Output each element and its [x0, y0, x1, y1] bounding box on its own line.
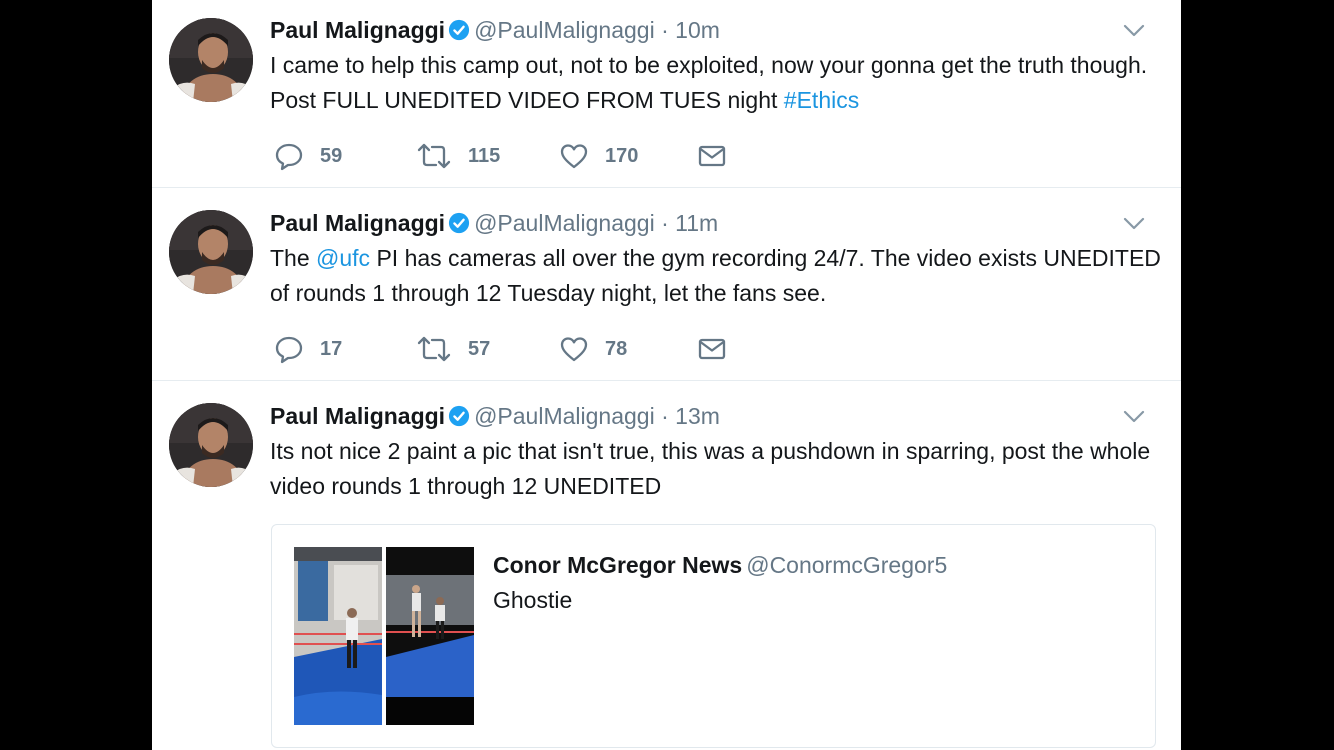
tweet-text: I came to help this camp out, not to be … — [270, 48, 1170, 118]
tweet-header: Paul Malignaggi @PaulMalignaggi · 13m — [270, 402, 720, 430]
quoted-tweet-header: Conor McGregor News @ConormcGregor5 — [493, 550, 947, 580]
tweet-text: Its not nice 2 paint a pic that isn't tr… — [270, 434, 1175, 504]
tweet-text: The @ufc PI has cameras all over the gym… — [270, 241, 1170, 311]
reply-count: 59 — [320, 144, 343, 167]
reply-button[interactable]: 59 — [274, 141, 342, 171]
timestamp[interactable]: 10m — [675, 17, 720, 43]
quoted-tweet-card[interactable]: Conor McGregor News @ConormcGregor5 Ghost… — [271, 524, 1156, 748]
author-name[interactable]: Paul Malignaggi — [270, 17, 445, 43]
tweet-header: Paul Malignaggi @PaulMalignaggi · 10m — [270, 16, 720, 44]
verified-badge-icon — [448, 212, 470, 234]
retweet-count: 115 — [468, 144, 501, 167]
reply-icon — [275, 143, 303, 171]
quoted-author-handle[interactable]: @ConormcGregor5 — [746, 552, 947, 578]
quoted-tweet-text: Ghostie — [493, 587, 573, 613]
retweet-count: 57 — [468, 337, 491, 360]
author-handle[interactable]: @PaulMalignaggi — [474, 17, 655, 43]
like-count: 170 — [605, 144, 639, 167]
separator: · — [661, 403, 669, 429]
retweet-button[interactable]: 115 — [416, 141, 500, 171]
verified-badge-icon — [448, 19, 470, 41]
author-name[interactable]: Paul Malignaggi — [270, 210, 445, 236]
hashtag-link[interactable]: #Ethics — [784, 87, 859, 113]
verified-badge-icon — [448, 405, 470, 427]
direct-message-icon — [698, 338, 726, 360]
like-button[interactable]: 170 — [559, 141, 638, 171]
reply-icon — [275, 336, 303, 364]
reply-button[interactable]: 17 — [274, 334, 342, 364]
retweet-icon — [417, 336, 451, 362]
author-name[interactable]: Paul Malignaggi — [270, 403, 445, 429]
direct-message-icon — [698, 145, 726, 167]
chevron-down-icon[interactable] — [1123, 217, 1145, 231]
chevron-down-icon[interactable] — [1123, 410, 1145, 424]
tweet-text-body: The — [270, 245, 317, 271]
like-icon — [560, 337, 588, 362]
separator: · — [661, 17, 669, 43]
retweet-icon — [417, 143, 451, 169]
reply-count: 17 — [320, 337, 343, 360]
direct-message-button[interactable] — [697, 334, 727, 364]
avatar[interactable] — [169, 403, 253, 487]
like-count: 78 — [605, 337, 628, 360]
chevron-down-icon[interactable] — [1123, 24, 1145, 38]
like-button[interactable]: 78 — [559, 334, 627, 364]
timeline: Paul Malignaggi @PaulMalignaggi · 10m I c… — [152, 0, 1181, 750]
tweet-header: Paul Malignaggi @PaulMalignaggi · 11m — [270, 209, 718, 237]
quoted-author-name[interactable]: Conor McGregor News — [493, 552, 742, 578]
retweet-button[interactable]: 57 — [416, 334, 490, 364]
separator: · — [661, 210, 669, 236]
like-icon — [560, 144, 588, 169]
timestamp[interactable]: 11m — [675, 210, 718, 236]
tweet[interactable]: Paul Malignaggi @PaulMalignaggi · 11m The… — [152, 188, 1181, 381]
tweet-text-body: I came to help this camp out, not to be … — [270, 52, 1148, 113]
tweet[interactable]: Paul Malignaggi @PaulMalignaggi · 10m I c… — [152, 0, 1181, 188]
tweet-text-body: PI has cameras all over the gym recordin… — [270, 245, 1161, 306]
mention-link[interactable]: @ufc — [316, 245, 370, 271]
tweet-text-body: Its not nice 2 paint a pic that isn't tr… — [270, 438, 1151, 499]
author-handle[interactable]: @PaulMalignaggi — [474, 403, 655, 429]
avatar[interactable] — [169, 18, 253, 102]
avatar[interactable] — [169, 210, 253, 294]
quoted-tweet-media[interactable] — [294, 547, 474, 725]
author-handle[interactable]: @PaulMalignaggi — [474, 210, 655, 236]
timestamp[interactable]: 13m — [675, 403, 720, 429]
direct-message-button[interactable] — [697, 141, 727, 171]
